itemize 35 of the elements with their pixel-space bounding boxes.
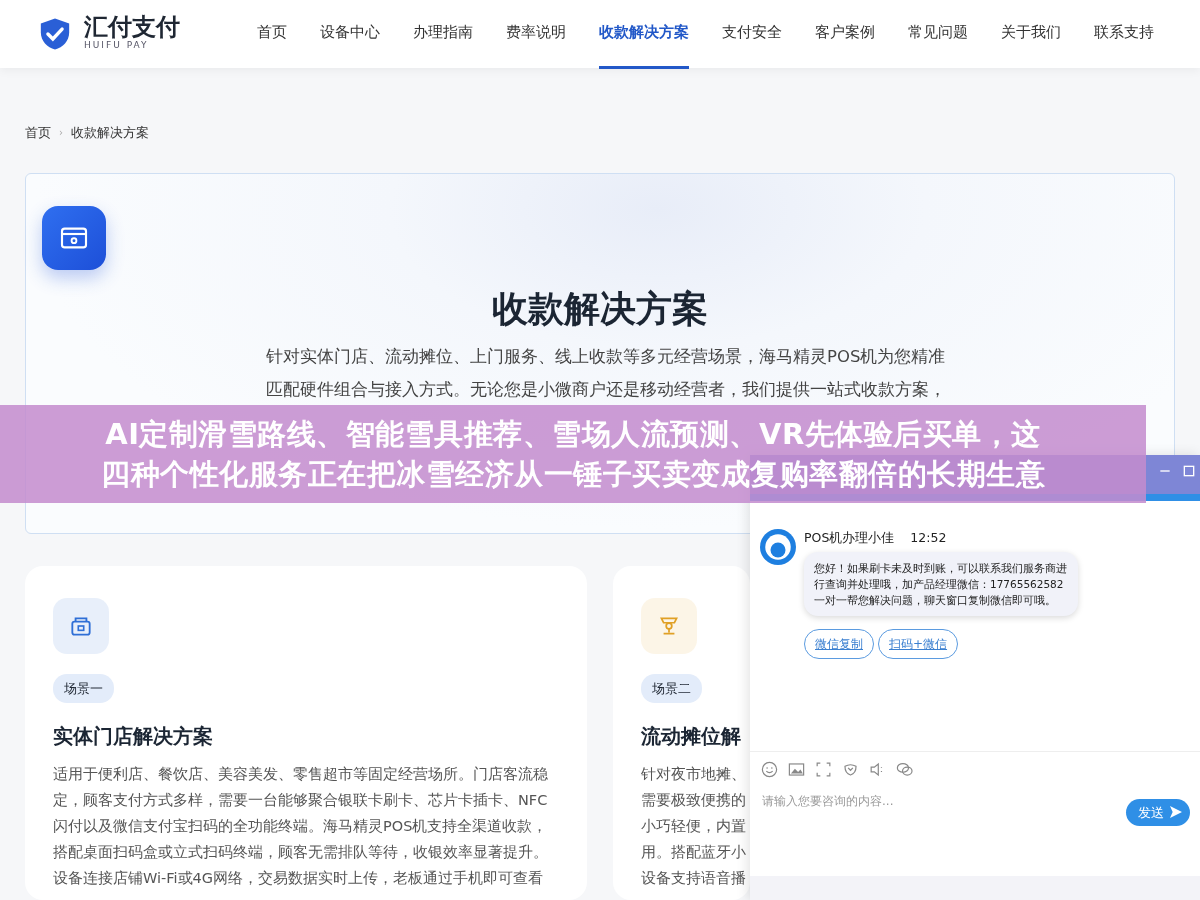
nav-link[interactable]: 首页 <box>257 0 287 69</box>
logo-subtitle: HUIFU PAY <box>84 39 150 53</box>
breadcrumb-separator: › <box>59 126 63 141</box>
agent-name: POS机办理小佳 <box>804 528 895 547</box>
card-icon <box>42 205 106 270</box>
message-bubble: 您好！如果刷卡未及时到账，可以联系我们服务商进行查询并处理哦，加产品经理微信：17765562582 一对一帮您解决问题，聊天窗口复制微信即可哦。 <box>804 551 1078 616</box>
nav-link[interactable]: 费率说明 <box>506 0 566 69</box>
scenario-title: 实体门店解决方案 <box>53 723 214 750</box>
hero-text: 针对实体门店、流动摊位、上门服务、线上收款等多元经营场景，海马精灵POS机为您精准 匹配硬件组合与接入方式。无论您是小微商户还是移动经营者，我们提供一站式收款方案， <box>266 345 947 401</box>
nav-link[interactable]: 设备中心 <box>320 0 380 69</box>
nav-link[interactable]: 联系支持 <box>1094 0 1154 69</box>
scenario-tag: 场景一 <box>53 673 114 703</box>
nav-link[interactable]: 办理指南 <box>413 0 473 69</box>
scenario-title: 流动摊位解 <box>641 723 742 750</box>
breadcrumb-link[interactable]: 收款解决方案 <box>71 123 149 143</box>
hero-title: 收款解决方案 <box>491 286 709 331</box>
quick-reply-button[interactable]: 扫码+微信 <box>878 628 959 659</box>
nav-link[interactable]: 支付安全 <box>722 0 782 69</box>
emoji-icon[interactable] <box>760 759 779 779</box>
maximize-icon[interactable] <box>1181 463 1197 479</box>
quick-reply-button[interactable]: 微信复制 <box>804 628 874 659</box>
message-time: 12:52 <box>910 528 947 547</box>
message-input[interactable]: 请输入您要咨询的内容... <box>760 790 1060 811</box>
nav-link[interactable]: 关于我们 <box>1001 0 1061 69</box>
headline-banner: AI定制滑雪路线、智能雪具推荐、雪场人流预测、VR先体验后买单，这 四种个性化服务正在把冰雪经济从一锤子买卖变成复购率翻倍的长期生意 <box>0 405 1146 503</box>
nav-link[interactable]: 收款解决方案 <box>599 0 689 69</box>
send-arrow-icon <box>1168 804 1184 821</box>
avatar-icon <box>760 528 796 565</box>
nav-link[interactable]: 客户案例 <box>815 0 875 69</box>
scenario-description: 适用于便利店、餐饮店、美容美发、零售超市等固定经营场所。门店客流稳 定，顾客支付方式多样，需要一台能够聚合银联卡刷卡、芯片卡插卡、NFC 闪付以及微信支付宝扫码的全功能终端。海马精灵POS机支持全渠道收款， 搭配桌面扫码盒或立式扫码终端，顾客无需排队等待，收银效率显著提升。 设备连接店铺Wi-Fi或4G网络，交易数据实时上传，老板通过手机即可查看 <box>53 765 549 888</box>
scenario-tag: 场景二 <box>641 673 702 703</box>
scenario-description: 针对夜市地摊、 需要极致便携的 小巧轻便，内置 用。搭配蓝牙小 设备支持语音播 <box>641 765 747 888</box>
logo-text: 汇付支付 <box>84 15 180 40</box>
breadcrumb-link[interactable]: 首页 <box>25 123 51 143</box>
nav-link[interactable]: 常见问题 <box>908 0 968 69</box>
